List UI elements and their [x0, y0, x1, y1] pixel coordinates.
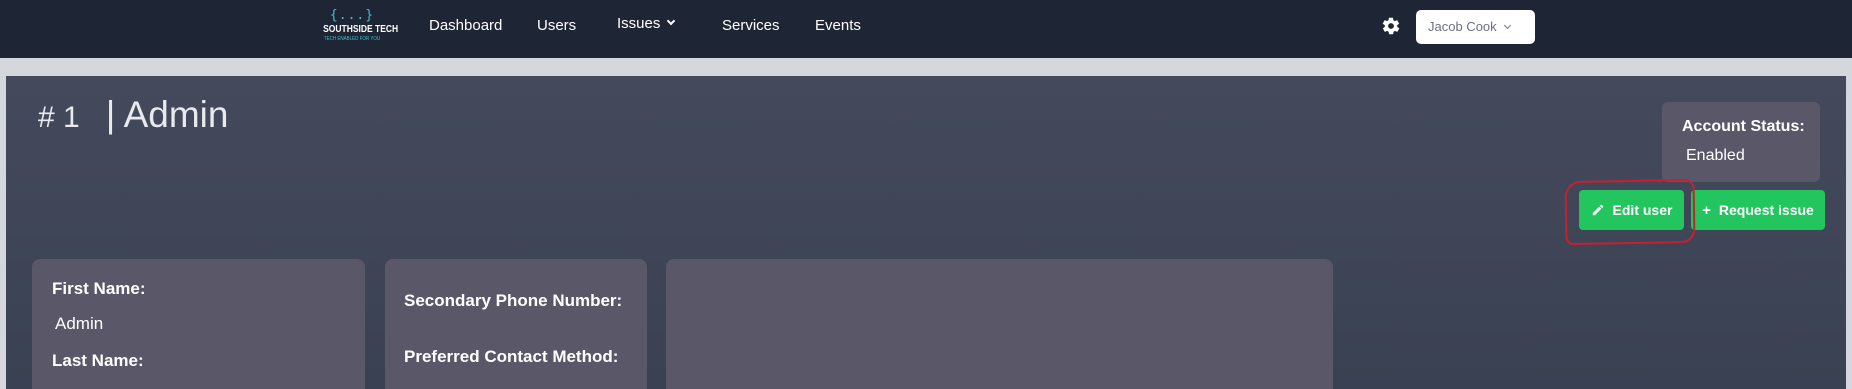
request-issue-button[interactable]: + Request issue	[1691, 190, 1825, 230]
main-content: # 1 | Admin Account Status: Enabled Edit …	[6, 76, 1846, 389]
logo-tagline: TECH ENABLED FOR YOU	[323, 36, 381, 42]
chevron-down-icon	[1503, 21, 1511, 30]
first-name-value: Admin	[55, 314, 104, 333]
user-id: # 1	[38, 101, 80, 134]
gear-icon[interactable]	[1381, 16, 1401, 36]
nav-link-issues[interactable]: Issues	[617, 15, 676, 32]
nav-link-dashboard[interactable]: Dashboard	[429, 17, 502, 34]
first-name-label: First Name:	[52, 279, 146, 298]
logo-brand-text: SOUTHSIDE TECH	[323, 24, 399, 35]
account-status-label: Account Status:	[1682, 118, 1805, 135]
preferred-contact-label: Preferred Contact Method:	[404, 347, 619, 366]
user-title: | Admin	[105, 94, 229, 135]
user-name: Jacob Cook	[1428, 19, 1497, 34]
chevron-down-icon	[667, 16, 676, 26]
nav-link-issues-label: Issues	[617, 15, 661, 32]
info-panel-card	[666, 259, 1333, 389]
plus-icon: +	[1702, 201, 1711, 219]
user-details-card: First Name: Admin Last Name:	[32, 259, 365, 389]
brand-logo[interactable]: {...} SOUTHSIDE TECH TECH ENABLED FOR YO…	[318, 8, 399, 49]
user-menu-dropdown[interactable]: Jacob Cook	[1416, 10, 1535, 44]
annotation-circle	[1564, 178, 1696, 246]
logo-braces: {...}	[329, 8, 375, 23]
page-title: # 1 | Admin	[38, 94, 228, 136]
account-status-card: Account Status: Enabled	[1662, 102, 1820, 182]
top-navbar: {...} SOUTHSIDE TECH TECH ENABLED FOR YO…	[0, 0, 1852, 58]
last-name-label: Last Name:	[52, 351, 144, 370]
nav-link-users[interactable]: Users	[537, 17, 576, 34]
nav-link-events[interactable]: Events	[815, 17, 861, 34]
contact-details-card: Secondary Phone Number: Preferred Contac…	[385, 259, 647, 389]
request-issue-label: Request issue	[1718, 202, 1814, 218]
account-status-value: Enabled	[1686, 147, 1745, 164]
secondary-phone-label: Secondary Phone Number:	[404, 291, 623, 310]
nav-link-services[interactable]: Services	[722, 17, 780, 34]
